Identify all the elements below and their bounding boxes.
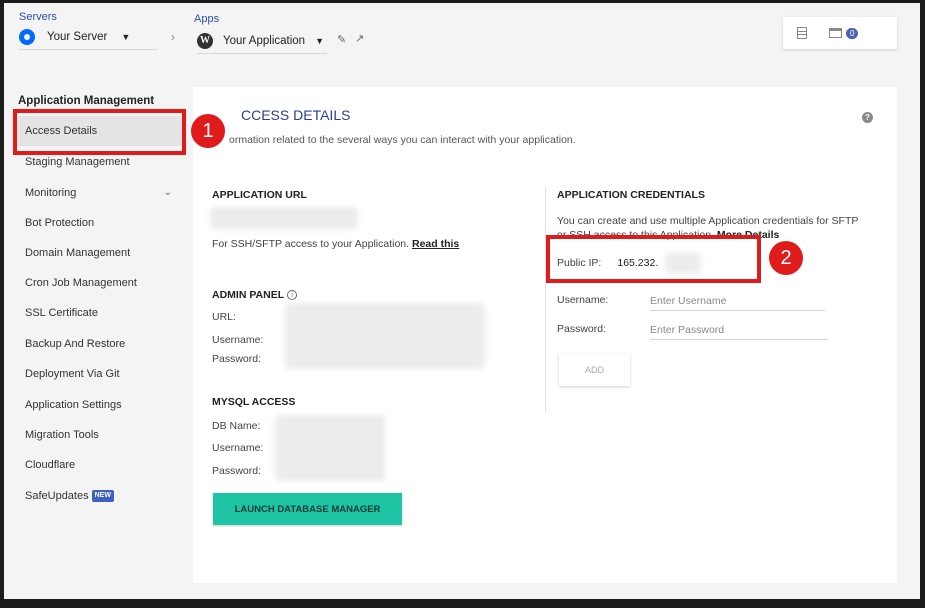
chevron-down-icon: ⌄	[163, 187, 172, 198]
sidebar-item-cron-job-management[interactable]: Cron Job Management	[16, 268, 182, 298]
edit-pencil-icon[interactable]: ✎	[337, 33, 346, 46]
db-name-label: DB Name:	[212, 420, 261, 432]
db-username-label: Username:	[212, 442, 264, 454]
server-name: Your Server	[47, 30, 108, 43]
page-description: ormation related to the several ways you…	[229, 134, 576, 146]
password-label: Password:	[557, 323, 607, 335]
mysql-access-title: MYSQL ACCESS	[212, 396, 296, 408]
sidebar-item-label: Staging Management	[25, 156, 130, 168]
admin-credentials-redacted	[285, 303, 485, 369]
launch-database-manager-button[interactable]: LAUNCH DATABASE MANAGER	[213, 493, 402, 525]
folder-icon[interactable]	[829, 28, 842, 38]
application-url-title: APPLICATION URL	[212, 189, 307, 201]
db-credentials-redacted	[275, 415, 385, 481]
admin-username-label: Username:	[212, 334, 264, 346]
app-frame: Servers Your Server ▼ › Apps W Your Appl…	[4, 3, 920, 599]
sidebar-item-label: Deployment Via Git	[25, 368, 120, 380]
add-credentials-button[interactable]: ADD	[559, 354, 630, 386]
digitalocean-logo-icon	[19, 28, 35, 45]
sidebar-item-label: Monitoring	[25, 187, 77, 199]
server-selector[interactable]: Your Server ▼	[19, 24, 157, 50]
ssh-text: For SSH/SFTP access to your Application.	[212, 238, 410, 250]
username-input[interactable]	[650, 291, 825, 311]
username-label: Username:	[557, 294, 609, 306]
app-name: Your Application	[223, 34, 306, 47]
password-input[interactable]	[650, 320, 828, 340]
sidebar-item-label: Cloudflare	[25, 459, 76, 471]
highlight-box-public-ip	[546, 235, 761, 283]
db-password-label: Password:	[212, 465, 262, 477]
sidebar-item-label: Application Settings	[25, 399, 122, 411]
sidebar-item-label: Migration Tools	[25, 429, 99, 441]
column-divider	[545, 187, 546, 412]
sidebar-item-migration-tools[interactable]: Migration Tools	[16, 420, 182, 450]
caret-down-icon: ▼	[121, 31, 131, 42]
admin-url-label: URL:	[212, 311, 236, 323]
highlight-box-access-details	[13, 109, 186, 155]
annotation-marker-2: 2	[769, 241, 803, 275]
sidebar-item-domain-management[interactable]: Domain Management	[16, 238, 182, 268]
access-details-card: CCESS DETAILS ormation related to the se…	[193, 87, 897, 583]
sidebar-item-label: SSL Certificate	[25, 307, 98, 319]
help-icon[interactable]: ?	[862, 112, 873, 123]
sidebar-item-application-settings[interactable]: Application Settings	[16, 390, 182, 420]
sidebar-item-ssl-certificate[interactable]: SSL Certificate	[16, 298, 182, 328]
new-badge: NEW	[91, 490, 114, 503]
sidebar-item-label: Bot Protection	[25, 217, 95, 229]
server-list-icon[interactable]	[797, 27, 807, 39]
sidebar-item-label: Cron Job Management	[25, 277, 137, 289]
sidebar-item-safeupdates[interactable]: SafeUpdates NEW	[16, 481, 182, 511]
wordpress-logo-icon: W	[197, 32, 213, 49]
admin-password-label: Password:	[212, 353, 262, 365]
top-bar: Servers Your Server ▼ › Apps W Your Appl…	[4, 3, 920, 73]
application-url-value-redacted	[210, 207, 358, 229]
admin-panel-title-text: ADMIN PANEL	[212, 289, 285, 301]
annotation-marker-1: 1	[191, 114, 225, 148]
sidebar-item-deployment-via-git[interactable]: Deployment Via Git	[16, 359, 182, 389]
apps-label: Apps	[194, 13, 220, 25]
caret-down-icon: ▼	[315, 35, 324, 46]
external-link-icon[interactable]: ↗	[355, 32, 364, 45]
notification-count-badge: 0	[846, 27, 859, 39]
info-icon[interactable]: i	[287, 290, 298, 300]
sidebar-item-bot-protection[interactable]: Bot Protection	[16, 208, 182, 238]
top-widget: 0	[783, 17, 897, 49]
sidebar-item-cloudflare[interactable]: Cloudflare	[16, 450, 182, 480]
ssh-info-text: For SSH/SFTP access to your Application.…	[212, 238, 459, 250]
sidebar-item-label: SafeUpdates	[25, 490, 89, 502]
admin-panel-title: ADMIN PANEL i	[212, 289, 298, 301]
read-this-link[interactable]: Read this	[412, 238, 459, 250]
page-title: CCESS DETAILS	[241, 107, 351, 123]
sidebar-title: Application Management	[18, 95, 155, 107]
sidebar-item-label: Domain Management	[25, 247, 131, 259]
chevron-right-icon: ›	[171, 30, 175, 44]
sidebar-item-backup-and-restore[interactable]: Backup And Restore	[16, 329, 182, 359]
sidebar-item-label: Backup And Restore	[25, 338, 126, 350]
app-selector[interactable]: W Your Application ▼	[197, 28, 327, 54]
servers-label: Servers	[19, 11, 57, 23]
credentials-desc-line1: You can create and use multiple Applicat…	[557, 215, 859, 227]
application-credentials-title: APPLICATION CREDENTIALS	[557, 189, 705, 201]
sidebar-item-monitoring[interactable]: Monitoring ⌄	[16, 178, 182, 208]
